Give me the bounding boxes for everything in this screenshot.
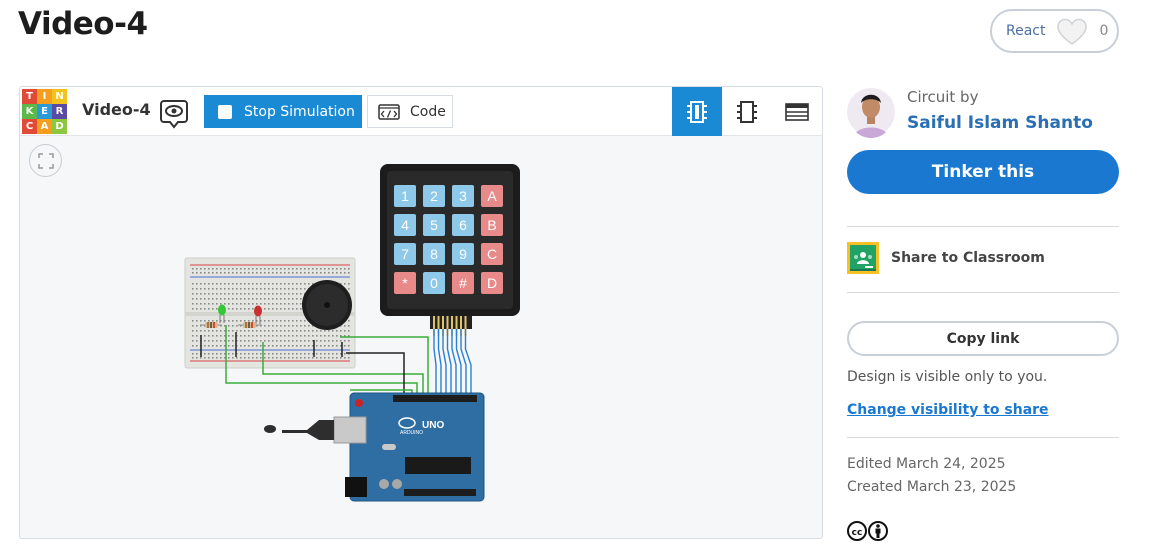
tinkercad-logo[interactable]: TINKERCAD (22, 89, 67, 134)
logo-tile: D (52, 119, 67, 134)
logo-tile: C (22, 119, 37, 134)
share-to-classroom-button[interactable]: Share to Classroom (847, 242, 1045, 274)
share-to-classroom-label: Share to Classroom (891, 250, 1045, 266)
keypad-key-label: 2 (430, 188, 438, 204)
edited-date: Edited March 24, 2025 (847, 456, 1006, 472)
viewer-toolbar: TINKERCAD Video-4 Stop Simulation Code (20, 87, 822, 136)
keypad-key-label: 5 (430, 217, 438, 233)
fit-view-button[interactable] (29, 144, 62, 177)
visibility-note: Design is visible only to you. (847, 369, 1048, 385)
heart-icon (1057, 18, 1088, 45)
code-button[interactable]: Code (367, 95, 453, 128)
react-button[interactable]: React 0 (990, 9, 1119, 53)
keypad: 1 2 3 A 4 5 6 B 7 8 9 C * 0 # D (380, 164, 520, 316)
component-list-button[interactable] (772, 87, 822, 136)
change-visibility-link[interactable]: Change visibility to share (847, 402, 1049, 418)
stop-simulation-label: Stop Simulation (244, 103, 355, 120)
avatar[interactable] (847, 86, 895, 138)
circuit-view-button[interactable] (672, 87, 722, 136)
circuit-by-label: Circuit by (907, 88, 979, 106)
keypad-key-label: 4 (401, 217, 409, 233)
keypad-key-label: 8 (430, 246, 438, 262)
svg-text:cc: cc (852, 528, 863, 538)
schematic-view-icon (737, 100, 757, 123)
react-label: React (1006, 23, 1046, 39)
circuit-canvas[interactable]: 1 2 3 A 4 5 6 B 7 8 9 C * 0 # D UNO ARDUINO (20, 87, 822, 538)
logo-tile: E (37, 104, 52, 119)
keypad-key-label: 0 (430, 275, 438, 291)
keypad-key-label: 7 (401, 246, 409, 262)
keypad-key-label: 6 (459, 217, 467, 233)
keypad-key-label: # (459, 275, 467, 291)
logo-tile: A (37, 119, 52, 134)
logo-tile: R (52, 104, 67, 119)
author-link[interactable]: Saiful Islam Shanto (907, 113, 1093, 133)
google-classroom-icon (847, 242, 879, 274)
created-date: Created March 23, 2025 (847, 479, 1017, 495)
keypad-key-label: 3 (459, 188, 467, 204)
analog-header (404, 489, 476, 496)
divider (847, 292, 1119, 293)
circuit-view-icon (687, 100, 707, 123)
logo-tile: K (22, 104, 37, 119)
creative-commons-icon[interactable]: cc (847, 520, 889, 542)
keypad-key-label: D (487, 275, 497, 291)
stop-simulation-button[interactable]: Stop Simulation (204, 95, 362, 128)
expand-icon (37, 152, 54, 169)
circuit-viewer: 1 2 3 A 4 5 6 B 7 8 9 C * 0 # D UNO ARDUINO (19, 86, 823, 539)
table-icon (785, 102, 809, 121)
arduino-brand: UNO (422, 420, 444, 431)
logo-tile: I (37, 89, 52, 104)
code-icon (378, 103, 400, 120)
keypad-key-label: * (402, 275, 408, 291)
copy-link-button[interactable]: Copy link (847, 321, 1119, 356)
logo-tile: T (22, 89, 37, 104)
logo-tile: N (52, 89, 67, 104)
keypad-key-label: 1 (401, 188, 409, 204)
react-count: 0 (1099, 23, 1109, 39)
keypad-connector (430, 315, 472, 396)
stop-icon (218, 104, 232, 119)
eye-icon[interactable] (160, 97, 188, 129)
keypad-wires (433, 329, 472, 396)
divider (847, 226, 1119, 227)
arduino-uno: UNO ARDUINO (264, 392, 485, 502)
divider (847, 437, 1119, 438)
digital-header (393, 395, 477, 402)
design-name: Video-4 (82, 100, 151, 119)
arduino-maker: ARDUINO (400, 430, 423, 436)
tinker-this-button[interactable]: Tinker this (847, 150, 1119, 194)
microcontroller-chip (405, 457, 471, 474)
schematic-view-button[interactable] (722, 87, 772, 136)
page-title: Video-4 (18, 6, 148, 42)
piezo-buzzer (302, 280, 352, 330)
keypad-key-label: A (487, 188, 497, 204)
code-label: Code (410, 103, 446, 120)
page: Video-4 React 0 1 2 3 A 4 5 6 B 7 8 9 C … (0, 0, 1153, 546)
keypad-key-label: B (487, 217, 496, 233)
keypad-key-label: 9 (459, 246, 467, 262)
keypad-key-label: C (487, 246, 497, 262)
